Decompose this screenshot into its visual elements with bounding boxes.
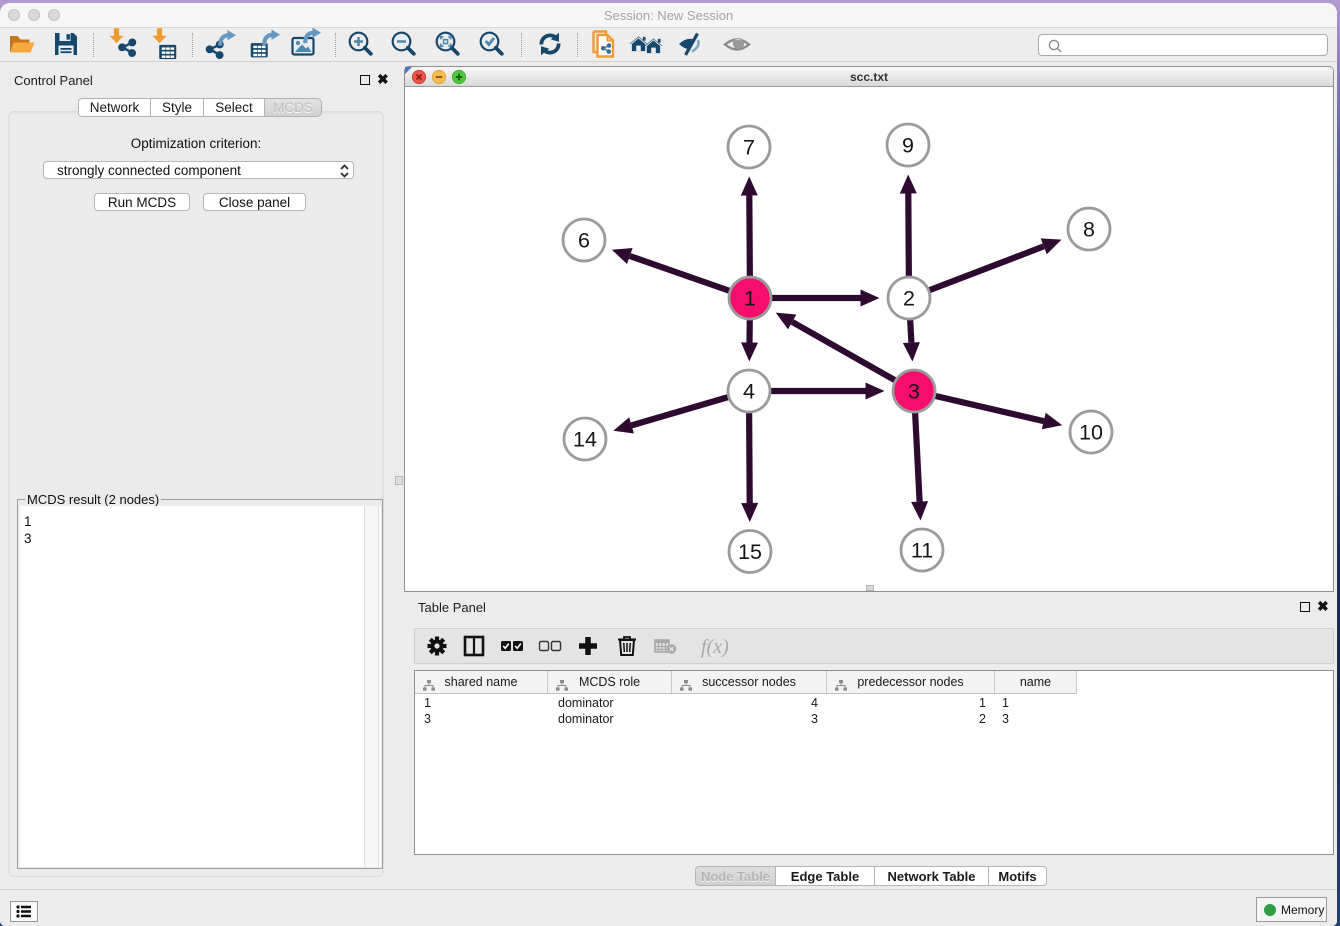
svg-text:4: 4 <box>743 380 755 404</box>
svg-text:14: 14 <box>573 428 597 452</box>
svg-text:7: 7 <box>743 136 755 160</box>
svg-text:2: 2 <box>903 287 915 311</box>
svg-text:6: 6 <box>578 229 590 253</box>
svg-text:1: 1 <box>744 287 756 311</box>
svg-text:8: 8 <box>1083 218 1095 242</box>
svg-text:3: 3 <box>908 380 920 404</box>
svg-text:f(x): f(x) <box>701 636 729 658</box>
svg-text:9: 9 <box>902 134 914 158</box>
svg-text:10: 10 <box>1079 421 1103 445</box>
svg-text:11: 11 <box>911 539 933 563</box>
svg-text:15: 15 <box>738 540 762 564</box>
